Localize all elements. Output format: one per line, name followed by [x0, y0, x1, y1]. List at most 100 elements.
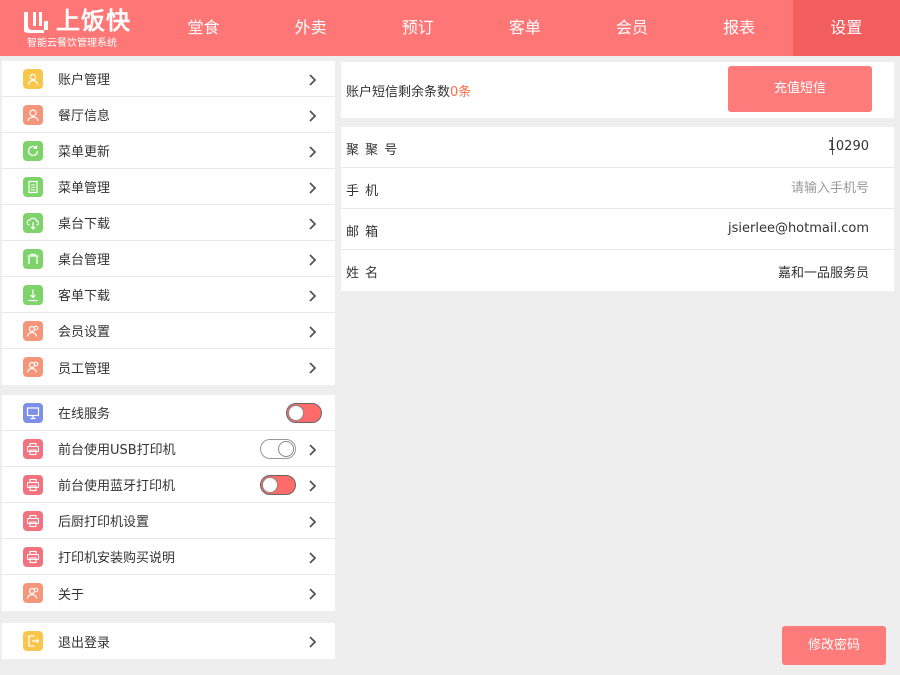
printer-icon	[23, 510, 43, 531]
chevron-right-icon	[305, 108, 319, 122]
chevron-right-icon	[305, 288, 319, 302]
logout-icon	[23, 631, 43, 651]
table-icon	[23, 248, 43, 269]
menu-item-online-service[interactable]: 在线服务	[2, 395, 335, 431]
account-id-label: 聚 聚 号	[346, 143, 399, 158]
menu-item-menu-update[interactable]: 菜单更新	[2, 133, 335, 169]
refresh-icon	[23, 140, 43, 161]
chevron-right-icon	[305, 634, 319, 648]
monitor-icon	[23, 402, 43, 423]
menu-item-label: 客单下载	[58, 289, 111, 304]
top-bar: 上饭快 智能云餐饮管理系统 堂食 外卖 预订 客单 会员 报表 设置	[0, 0, 900, 56]
settings-menu-main: 账户管理 餐厅信息 菜单更新 菜单管理 桌台下载 桌台管理 客单下载 会员设置	[2, 61, 335, 385]
printer-icon	[23, 438, 43, 459]
cloud-download-icon	[23, 212, 43, 233]
settings-menu-devices: 在线服务 前台使用USB打印机 前台使用蓝牙打印机 后厨打印机设置 打印机安装购…	[2, 395, 335, 611]
tab-orders[interactable]: 客单	[471, 0, 578, 56]
document-icon	[23, 176, 43, 197]
menu-item-about[interactable]: 关于	[2, 575, 335, 611]
menu-item-label: 打印机安装购买说明	[58, 551, 176, 566]
account-info-panel: 聚 聚 号 10290 手 机 邮 箱 jsierlee@hotmail.com…	[341, 127, 894, 291]
menu-item-account[interactable]: 账户管理	[2, 61, 335, 97]
tab-settings[interactable]: 设置	[792, 0, 900, 56]
sms-balance-count: 0条	[450, 85, 472, 100]
menu-item-label: 退出登录	[58, 635, 111, 651]
recharge-sms-button[interactable]: 充值短信	[728, 66, 872, 112]
menu-item-kitchen-printer[interactable]: 后厨打印机设置	[2, 503, 335, 539]
chevron-right-icon	[305, 252, 319, 266]
menu-item-label: 后厨打印机设置	[58, 515, 150, 530]
account-id-value[interactable]: 10290	[828, 139, 869, 154]
chevron-right-icon	[305, 360, 319, 374]
change-password-button[interactable]: 修改密码	[782, 626, 886, 665]
toggle-knob	[262, 477, 278, 493]
menu-item-restaurant-info[interactable]: 餐厅信息	[2, 97, 335, 133]
menu-item-menu-manage[interactable]: 菜单管理	[2, 169, 335, 205]
chevron-right-icon	[305, 216, 319, 230]
menu-item-label: 在线服务	[58, 407, 111, 422]
main-nav: 堂食 外卖 预订 客单 会员 报表 设置	[150, 0, 900, 56]
menu-item-table-download[interactable]: 桌台下载	[2, 205, 335, 241]
menu-item-member-settings[interactable]: 会员设置	[2, 313, 335, 349]
chevron-right-icon	[305, 478, 319, 492]
menu-item-label: 菜单管理	[58, 181, 111, 196]
menu-item-label: 桌台管理	[58, 253, 111, 268]
menu-item-table-manage[interactable]: 桌台管理	[2, 241, 335, 277]
printer-icon	[23, 474, 43, 495]
menu-item-usb-printer[interactable]: 前台使用USB打印机	[2, 431, 335, 467]
chevron-right-icon	[305, 514, 319, 528]
menu-item-label: 关于	[58, 587, 85, 603]
sms-balance-label: 账户短信剩余条数	[346, 85, 451, 100]
menu-item-label: 前台使用蓝牙打印机	[58, 479, 176, 494]
phone-label: 手 机	[346, 184, 380, 199]
chevron-right-icon	[305, 180, 319, 194]
phone-input[interactable]	[669, 178, 869, 198]
tab-takeout[interactable]: 外卖	[257, 0, 364, 56]
tab-members[interactable]: 会员	[579, 0, 686, 56]
phone-row: 手 机	[341, 168, 894, 209]
sms-balance-panel: 账户短信剩余条数0条 充值短信	[341, 62, 894, 118]
menu-item-label: 桌台下载	[58, 217, 111, 232]
usb-printer-toggle[interactable]	[260, 439, 296, 459]
sms-balance-text: 账户短信剩余条数0条	[346, 81, 471, 100]
toggle-knob	[288, 405, 304, 421]
menu-item-label: 前台使用USB打印机	[58, 443, 176, 458]
menu-item-logout[interactable]: 退出登录	[2, 623, 335, 659]
tab-dine-in[interactable]: 堂食	[150, 0, 257, 56]
online-service-toggle[interactable]	[286, 403, 322, 423]
menu-item-label: 会员设置	[58, 325, 111, 340]
logo-icon	[22, 9, 50, 35]
name-label: 姓 名	[346, 266, 380, 281]
menu-item-label: 员工管理	[58, 361, 111, 377]
menu-item-label: 餐厅信息	[58, 109, 111, 124]
menu-item-printer-guide[interactable]: 打印机安装购买说明	[2, 539, 335, 575]
chevron-right-icon	[305, 586, 319, 600]
chevron-right-icon	[305, 144, 319, 158]
name-row: 姓 名 嘉和一品服务员	[341, 250, 894, 291]
email-value[interactable]: jsierlee@hotmail.com	[728, 221, 869, 236]
staff-icon	[23, 357, 43, 377]
menu-item-staff-manage[interactable]: 员工管理	[2, 349, 335, 385]
menu-item-bluetooth-printer[interactable]: 前台使用蓝牙打印机	[2, 467, 335, 503]
email-label: 邮 箱	[346, 225, 380, 240]
restaurant-icon	[23, 104, 43, 125]
settings-menu-logout: 退出登录	[2, 623, 335, 659]
menu-item-order-download[interactable]: 客单下载	[2, 277, 335, 313]
menu-item-label: 账户管理	[58, 73, 111, 88]
bluetooth-printer-toggle[interactable]	[260, 475, 296, 495]
app-tagline: 智能云餐饮管理系统	[27, 38, 117, 49]
account-id-row: 聚 聚 号 10290	[341, 127, 894, 168]
members-icon	[23, 320, 43, 341]
chevron-right-icon	[305, 442, 319, 456]
chevron-right-icon	[305, 550, 319, 564]
app-logo: 上饭快 智能云餐饮管理系统	[0, 0, 150, 56]
name-value[interactable]: 嘉和一品服务员	[778, 262, 869, 281]
tab-reservation[interactable]: 预订	[364, 0, 471, 56]
app-brand: 上饭快	[56, 7, 131, 35]
toggle-knob	[278, 441, 294, 457]
chevron-right-icon	[305, 72, 319, 86]
menu-item-label: 菜单更新	[58, 145, 111, 160]
tab-reports[interactable]: 报表	[686, 0, 793, 56]
download-icon	[23, 284, 43, 305]
info-icon	[23, 583, 43, 603]
